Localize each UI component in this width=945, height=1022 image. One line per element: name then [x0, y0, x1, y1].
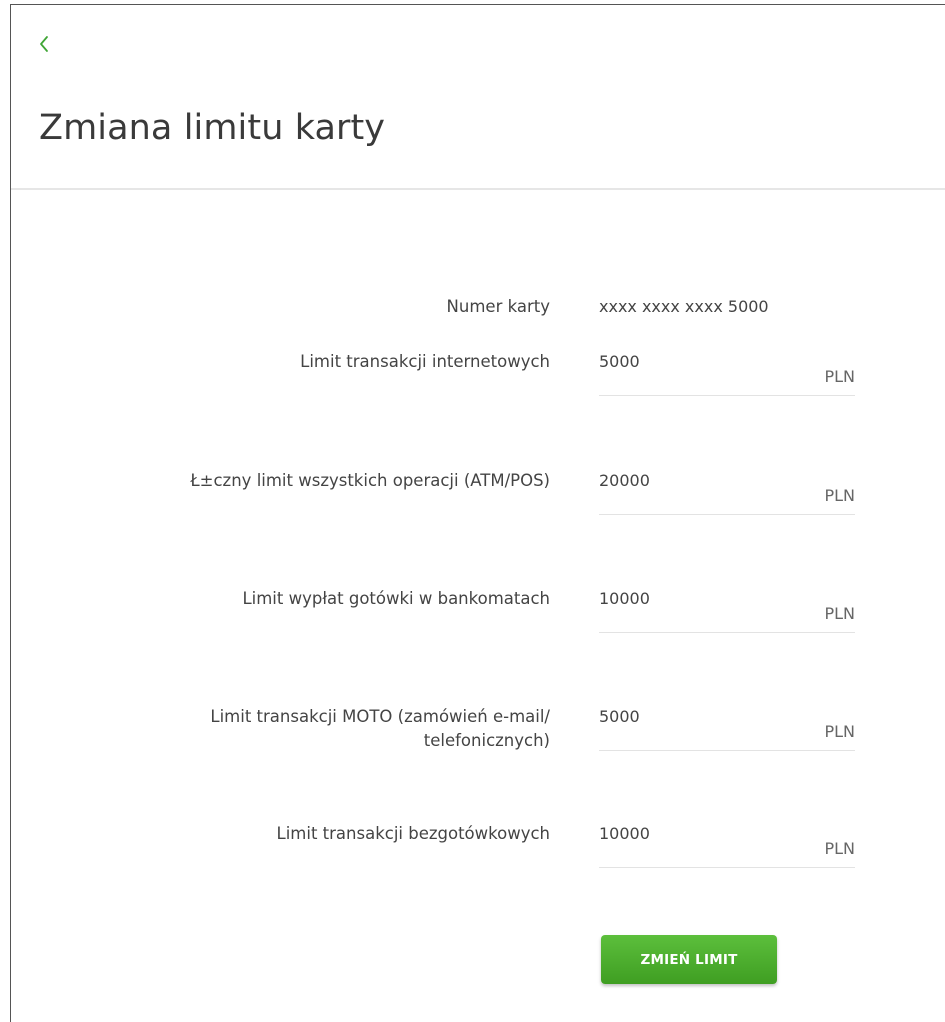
moto-limit-input[interactable] — [599, 705, 799, 729]
total-operations-limit-input[interactable] — [599, 469, 799, 493]
moto-limit-label: Limit transakcji MOTO (zamówień e-mail/ … — [210, 705, 550, 753]
change-limit-button[interactable]: ZMIEŃ LIMIT — [601, 935, 777, 984]
input-underline — [599, 395, 855, 396]
atm-withdrawal-limit-label: Limit wypłat gotówki w bankomatach — [242, 589, 550, 608]
total-operations-limit-field: PLN — [599, 469, 855, 517]
currency-label: PLN — [824, 604, 855, 623]
cashless-limit-label: Limit transakcji bezgotówkowych — [276, 824, 550, 843]
chevron-left-icon — [40, 36, 48, 52]
atm-withdrawal-limit-input[interactable] — [599, 587, 799, 611]
card-number-value: xxxx xxxx xxxx 5000 — [599, 297, 769, 316]
input-underline — [599, 632, 855, 633]
internet-limit-input[interactable] — [599, 350, 799, 374]
input-underline — [599, 750, 855, 751]
card-limit-panel: Zmiana limitu karty Numer karty xxxx xxx… — [10, 4, 945, 1022]
total-operations-limit-label: Ł±czny limit wszystkich operacji (ATM/PO… — [190, 471, 550, 490]
cashless-limit-input[interactable] — [599, 822, 799, 846]
currency-label: PLN — [824, 486, 855, 505]
moto-limit-label-line2: telefonicznych) — [423, 731, 550, 750]
moto-limit-field: PLN — [599, 705, 855, 753]
card-number-label: Numer karty — [446, 297, 550, 316]
header-divider — [11, 188, 945, 190]
back-button[interactable] — [37, 33, 57, 57]
page-title: Zmiana limitu karty — [39, 108, 386, 148]
currency-label: PLN — [824, 839, 855, 858]
internet-limit-field: PLN — [599, 350, 855, 398]
cashless-limit-field: PLN — [599, 822, 855, 870]
input-underline — [599, 867, 855, 868]
input-underline — [599, 514, 855, 515]
currency-label: PLN — [824, 722, 855, 741]
currency-label: PLN — [824, 367, 855, 386]
moto-limit-label-line1: Limit transakcji MOTO (zamówień e-mail/ — [210, 707, 550, 726]
internet-limit-label: Limit transakcji internetowych — [300, 352, 550, 371]
atm-withdrawal-limit-field: PLN — [599, 587, 855, 635]
